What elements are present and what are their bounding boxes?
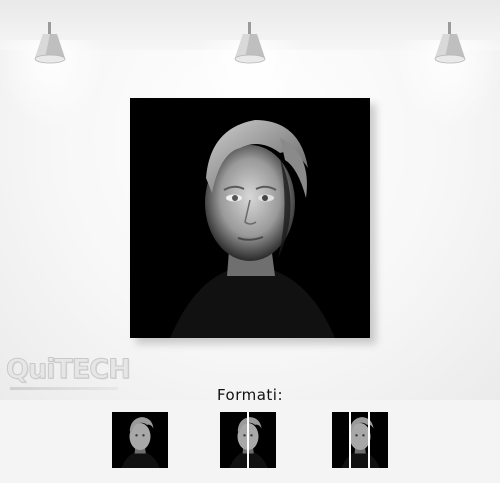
panel-divider [349,412,351,468]
format-option-three-panels[interactable] [332,412,388,468]
portrait-image [130,98,370,338]
format-option-two-panels[interactable] [220,412,276,468]
spotlight-icon [33,22,67,66]
formats-label: Formati: [216,386,284,404]
spotlight-icon [433,22,467,66]
portrait-thumbnail [332,412,388,468]
format-option-single-panel[interactable] [112,412,168,468]
spotlight-icon [233,22,267,66]
logo-text: QuiTECH [6,354,132,386]
panel-divider [368,412,370,468]
canvas-print[interactable] [130,98,370,338]
portrait-thumbnail [112,412,168,468]
panel-divider [247,412,249,468]
